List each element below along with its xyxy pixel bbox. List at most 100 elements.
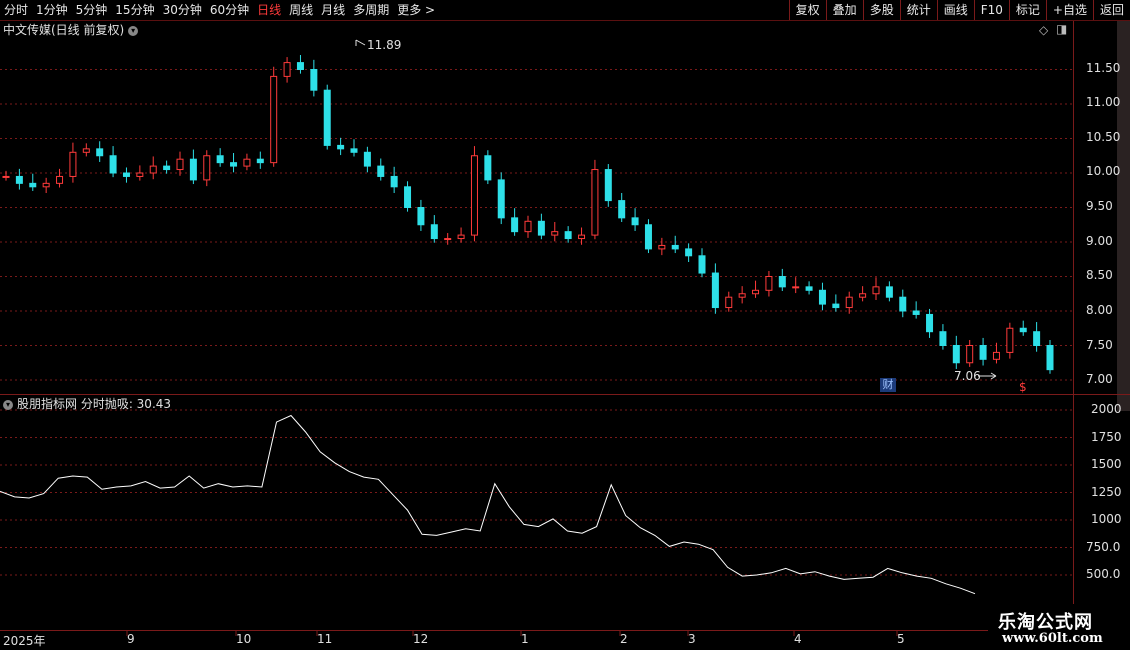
candle-body [189,158,197,181]
candle-body [818,289,826,305]
sub-y-tick-500: 500.0 [1086,567,1121,581]
candle-body [524,220,532,233]
candle-body [417,207,425,226]
candle-body [350,148,358,153]
watermark-url: www.60lt.com [1002,631,1103,646]
sub-y-tick-1750: 1750 [1091,430,1122,444]
y-tick-1050: 10.50 [1086,130,1121,144]
candle-body [109,155,117,174]
x-label-11: 11 [317,632,333,646]
candle-body [618,200,626,219]
indicator-line [0,414,976,595]
candle-body [578,234,586,240]
candle-body [323,89,331,146]
candle-body [96,148,104,157]
candle-body [537,220,545,236]
candle-body [952,345,960,364]
candle-body [69,151,77,177]
candle-body [511,217,519,233]
y-tick-700: 7.00 [1086,372,1113,386]
candle-body [832,303,840,309]
candle-body [845,296,853,309]
candle-body [29,182,37,188]
sub-panel-title[interactable]: ▾ 股朋指标网 分时抛吸: 30.43 [3,396,171,412]
sub-y-tick-750: 750.0 [1086,540,1121,554]
candle-body [163,165,171,171]
candle-body [2,175,10,178]
x-label-2025: 2025年 [3,634,46,648]
candle-body [136,172,144,177]
candle-body [604,169,612,202]
candle-body [1019,327,1027,333]
y-tick-750: 7.50 [1086,338,1113,352]
x-label-10: 10 [236,632,252,646]
candle-body [377,165,385,177]
candle-body [591,169,599,236]
candle-body [792,286,800,289]
candle-body [765,276,773,291]
candle-body [805,286,813,291]
x-label-9: 9 [127,632,135,646]
x-label-1: 1 [521,632,529,646]
candle-body [283,62,291,77]
candle-body [82,148,90,153]
sub-y-tick-1500: 1500 [1091,457,1122,471]
candle-body [725,296,733,309]
x-label-3: 3 [688,632,696,646]
candle-body [122,172,130,177]
candlestick-series [2,55,1054,374]
candle-body [203,155,211,181]
sub-panel-title-text: 股朋指标网 分时抛吸: 30.43 [17,397,172,411]
candle-body [42,182,50,188]
high-price-label: 11.89 [367,38,402,52]
sub-y-tick-2000: 2000 [1091,402,1122,416]
dividend-badge[interactable]: $ [1019,380,1027,394]
x-label-12: 12 [413,632,429,646]
candle-body [484,155,492,181]
y-tick-1150: 11.50 [1086,61,1121,75]
candle-body [644,224,652,250]
candle-body [1006,327,1014,353]
y-tick-1100: 11.00 [1086,95,1121,109]
candle-body [752,289,760,295]
candle-body [457,234,465,240]
candle-body [685,248,693,257]
candle-body [671,244,679,250]
candle-body [939,331,947,347]
candle-body [430,224,438,240]
sub-y-tick-1000: 1000 [1091,512,1122,526]
y-tick-850: 8.50 [1086,268,1113,282]
candle-body [497,179,505,219]
candle-body [885,286,893,298]
candle-body [337,144,345,150]
candle-body [778,276,786,288]
candle-body [149,165,157,174]
x-label-4: 4 [794,632,802,646]
candle-body [310,69,318,91]
candle-body [992,351,1000,360]
candle-body [899,296,907,312]
candle-body [15,175,23,184]
x-label-5: 5 [897,632,905,646]
y-tick-950: 9.50 [1086,199,1113,213]
low-price-label: 7.06 [954,369,981,383]
candle-body [658,244,666,250]
candle-body [698,255,706,274]
candle-body [363,151,371,167]
candle-body [230,162,238,167]
x-label-2: 2 [620,632,628,646]
watermark-logo: 乐淘公式网 www.60lt.com [988,604,1130,650]
candle-body [564,231,572,240]
candle-body [444,238,452,241]
y-tick-900: 9.00 [1086,234,1113,248]
finance-badge[interactable]: 财 [880,378,896,392]
candle-body [926,313,934,333]
y-tick-800: 8.00 [1086,303,1113,317]
candle-body [216,155,224,164]
chevron-down-icon[interactable]: ▾ [3,399,13,410]
candle-body [979,345,987,360]
candle-body [859,293,867,298]
candle-body [270,75,278,164]
candle-body [404,186,412,209]
candle-body [1046,345,1054,371]
